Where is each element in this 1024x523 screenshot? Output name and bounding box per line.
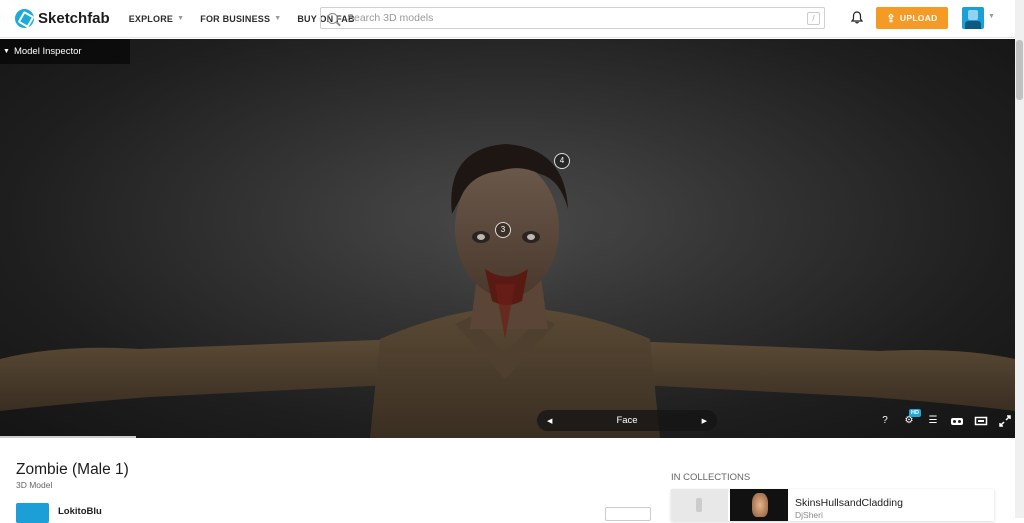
nav-for-business[interactable]: FOR BUSINESS ▼ (200, 14, 281, 24)
help-button[interactable]: ? (878, 414, 892, 428)
loading-progress-bar (0, 436, 136, 438)
settings-gear-icon[interactable]: ⚙ HD (902, 408, 921, 428)
annotation-hotspot-3[interactable]: 3 (495, 222, 511, 238)
collection-thumbnail (671, 489, 728, 521)
search-input[interactable] (347, 12, 787, 24)
notifications-bell-icon[interactable] (851, 11, 863, 24)
nav-for-business-label: FOR BUSINESS (200, 13, 271, 24)
collection-author[interactable]: DjSheri (795, 510, 823, 520)
zombie-model-render (0, 134, 1015, 438)
search-shortcut-key: / (807, 12, 820, 25)
collection-card[interactable]: SkinsHullsandCladding DjSheri (671, 489, 994, 521)
top-navigation-bar: Sketchfab EXPLORE ▼ FOR BUSINESS ▼ BUY ON … (0, 0, 1015, 38)
search-icon (327, 12, 338, 24)
theater-mode-icon[interactable] (974, 414, 988, 428)
sketchfab-logo-icon (15, 9, 34, 28)
nav-explore[interactable]: EXPLORE ▼ (129, 14, 185, 24)
upload-icon: ⇪ (886, 12, 896, 25)
collection-thumbnail (730, 489, 788, 521)
in-collections-heading: IN COLLECTIONS (671, 472, 751, 483)
upload-button[interactable]: ⇪ UPLOAD (876, 7, 948, 29)
user-avatar[interactable] (962, 7, 984, 29)
like-button[interactable] (605, 507, 651, 521)
logo-text: Sketchfab (38, 10, 110, 27)
next-annotation-icon[interactable]: ▶ (702, 417, 707, 425)
annotation-hotspot-4[interactable]: 4 (554, 153, 570, 169)
avatar-head-shape (968, 10, 978, 20)
model-inspector-toggle[interactable]: ▼ Model Inspector (0, 39, 130, 64)
author-name[interactable]: LokitoBlu (58, 506, 102, 517)
upload-label: UPLOAD (899, 13, 938, 23)
model-inspector-label: Model Inspector (13, 46, 82, 57)
scrollbar-thumb[interactable] (1016, 40, 1023, 100)
annotation-navigator: ◀ Face ▶ (537, 410, 717, 431)
chevron-down-icon[interactable]: ▼ (988, 13, 995, 20)
model-title: Zombie (Male 1) (16, 461, 129, 478)
search-bar: / (320, 7, 825, 29)
vr-headset-icon[interactable] (950, 414, 964, 428)
caret-down-icon: ▼ (3, 48, 10, 55)
layers-icon[interactable]: ☰ (926, 414, 940, 428)
sketchfab-logo[interactable]: Sketchfab (15, 9, 110, 28)
chevron-down-icon: ▼ (177, 15, 185, 22)
model-type: 3D Model (16, 480, 53, 490)
previous-annotation-icon[interactable]: ◀ (547, 417, 552, 425)
viewer-controls: ? ⚙ HD ☰ (878, 408, 1015, 431)
collection-name: SkinsHullsandCladding (795, 497, 903, 509)
fullscreen-icon[interactable] (998, 414, 1012, 428)
hd-badge: HD (909, 408, 921, 417)
author-avatar[interactable] (16, 503, 49, 523)
avatar-body-shape (965, 21, 981, 29)
chevron-down-icon: ▼ (274, 15, 282, 22)
nav-explore-label: EXPLORE (128, 13, 174, 24)
model-viewer[interactable]: ▼ Model Inspector 4 3 ◀ Face ▶ ? ⚙ HD ☰ (0, 39, 1015, 438)
annotation-title: Face (616, 415, 638, 426)
